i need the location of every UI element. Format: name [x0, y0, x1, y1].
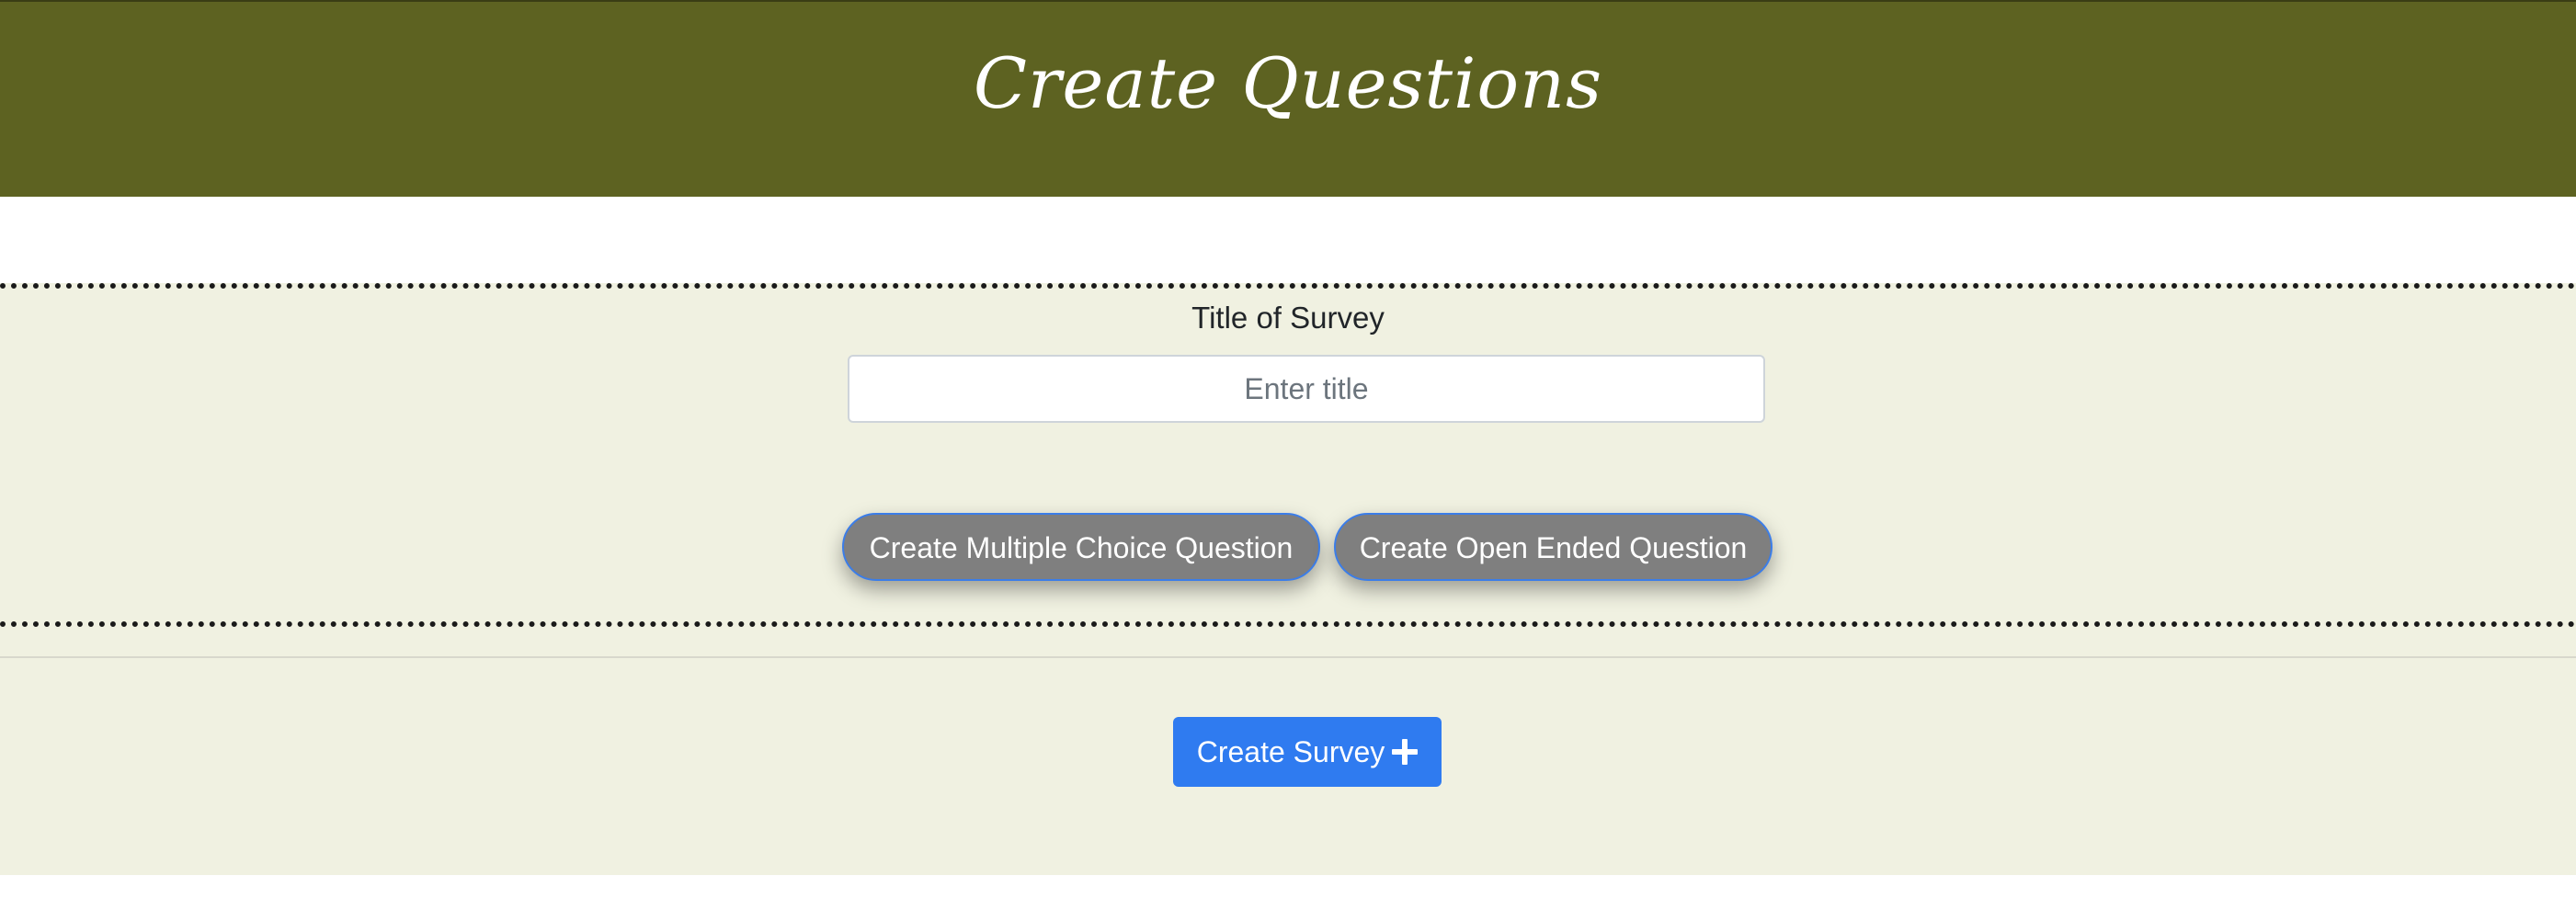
- plus-icon: [1392, 739, 1419, 765]
- page-header: Create Questions: [0, 0, 2576, 197]
- section-divider: [0, 656, 2576, 658]
- page-title: Create Questions: [973, 42, 1603, 124]
- survey-actions-section: Create Survey: [0, 627, 2576, 875]
- create-survey-button[interactable]: Create Survey: [1173, 717, 1442, 787]
- create-survey-label: Create Survey: [1196, 734, 1385, 768]
- survey-title-input[interactable]: [848, 355, 1765, 423]
- create-multiple-choice-question-button[interactable]: Create Multiple Choice Question: [842, 513, 1320, 581]
- survey-form-section: Title of Survey Create Multiple Choice Q…: [0, 283, 2576, 627]
- create-open-ended-question-button[interactable]: Create Open Ended Question: [1334, 513, 1772, 581]
- survey-title-label: Title of Survey: [1191, 301, 1385, 335]
